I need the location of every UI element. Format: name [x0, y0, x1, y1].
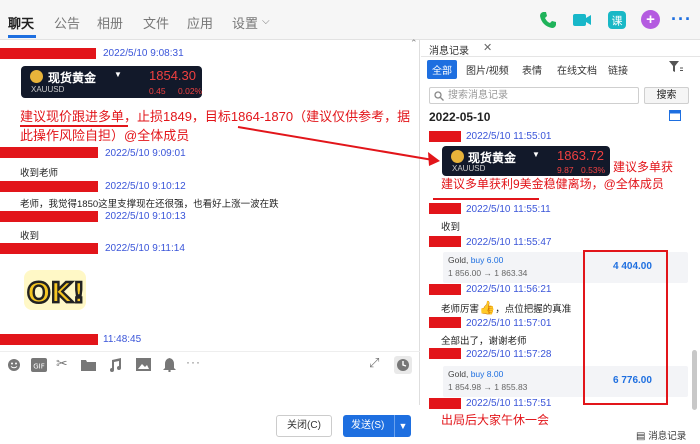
connector-arrow-icon	[237, 126, 440, 166]
message-history-link[interactable]: ▤ 消息记录	[636, 428, 686, 442]
chat-history-icon: ▤	[636, 431, 649, 442]
